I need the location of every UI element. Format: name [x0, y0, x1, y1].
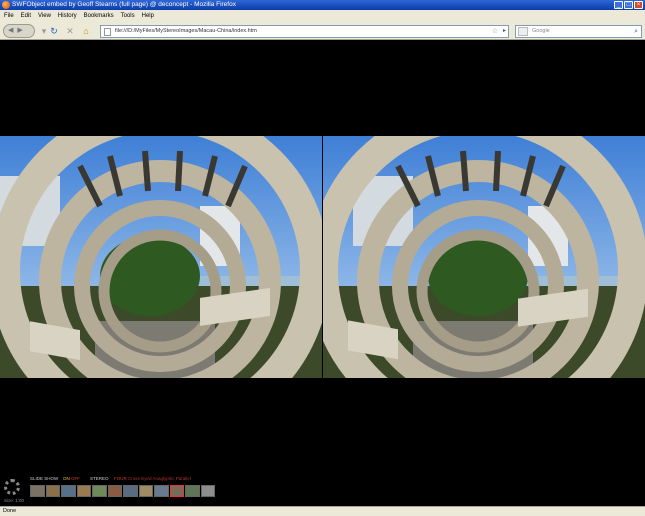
search-placeholder: Google [532, 28, 550, 34]
firefox-icon [2, 1, 10, 9]
thumbnail-selected[interactable] [169, 485, 184, 497]
close-button[interactable]: × [634, 1, 643, 9]
thumbnail[interactable] [200, 485, 215, 497]
menu-file[interactable]: File [4, 10, 14, 22]
status-text: Done [3, 508, 17, 514]
search-icon[interactable]: ⌕ [634, 26, 638, 37]
thumbnail[interactable] [45, 485, 60, 497]
navigation-toolbar: ◀▶ ▾ ↻ ✕ ⌂ file:///D:/MyFiles/MyStereoIm… [0, 22, 645, 40]
go-arrow-icon[interactable]: ▸ [503, 26, 506, 37]
menu-history[interactable]: History [58, 10, 77, 22]
stereo-label: STEREO [90, 476, 109, 481]
thumbnail[interactable] [185, 485, 200, 497]
url-bar[interactable]: file:///D:/MyFiles/MyStereoImages/Macau-… [100, 25, 509, 38]
forward-arrow-icon[interactable]: ▶ [17, 27, 26, 34]
thumbnail-strip [30, 485, 215, 497]
menu-bar: File Edit View History Bookmarks Tools H… [0, 10, 645, 22]
back-arrow-icon[interactable]: ◀ [8, 27, 17, 34]
maximize-button[interactable]: □ [624, 1, 633, 9]
search-engine-icon[interactable] [518, 27, 528, 36]
loading-spinner-icon [4, 479, 20, 495]
page-content: Size: 1:00 SLIDE SHOW ON OFF STEREO FOUR… [0, 41, 645, 506]
window-title: SWFObject embed by Geoff Stearns (full p… [12, 1, 236, 8]
thumbnail[interactable] [123, 485, 138, 497]
menu-view[interactable]: View [38, 10, 51, 22]
slide-show-label: SLIDE SHOW [30, 476, 59, 481]
minimize-button[interactable]: _ [614, 1, 623, 9]
bookmark-star-icon[interactable]: ☆ [492, 26, 498, 37]
stereo-image-right [323, 136, 645, 378]
stereo-mode-selected[interactable]: FOUR [114, 476, 127, 482]
window-titlebar: SWFObject embed by Geoff Stearns (full p… [0, 0, 645, 10]
thumbnail[interactable] [107, 485, 122, 497]
home-icon[interactable]: ⌂ [80, 25, 92, 37]
thumbnail[interactable] [138, 485, 153, 497]
slide-show-on[interactable]: ON [63, 476, 70, 482]
thumbnail[interactable] [61, 485, 76, 497]
menu-edit[interactable]: Edit [21, 10, 31, 22]
thumbnail[interactable] [76, 485, 91, 497]
thumbnail[interactable] [154, 485, 169, 497]
stop-icon[interactable]: ✕ [64, 25, 76, 37]
stereo-mode-options[interactable]: Cross-Eyed Anaglyphic Parallel [128, 476, 191, 482]
page-icon [104, 28, 111, 36]
menu-bookmarks[interactable]: Bookmarks [84, 10, 114, 22]
viewer-controls: Size: 1:00 SLIDE SHOW ON OFF STEREO FOUR… [0, 469, 645, 506]
slide-show-off[interactable]: OFF [71, 476, 80, 482]
thumbnail[interactable] [30, 485, 45, 497]
status-bar: Done [0, 506, 645, 516]
search-field[interactable]: Google ⌕ [515, 25, 642, 38]
zoom-level: Size: 1:00 [4, 498, 25, 503]
stereo-image-left [0, 136, 322, 378]
back-forward-button[interactable]: ◀▶ [3, 24, 35, 38]
menu-help[interactable]: Help [142, 10, 154, 22]
thumbnail[interactable] [92, 485, 107, 497]
url-text: file:///D:/MyFiles/MyStereoImages/Macau-… [115, 28, 257, 34]
menu-tools[interactable]: Tools [121, 10, 135, 22]
reload-icon[interactable]: ↻ [48, 25, 60, 37]
